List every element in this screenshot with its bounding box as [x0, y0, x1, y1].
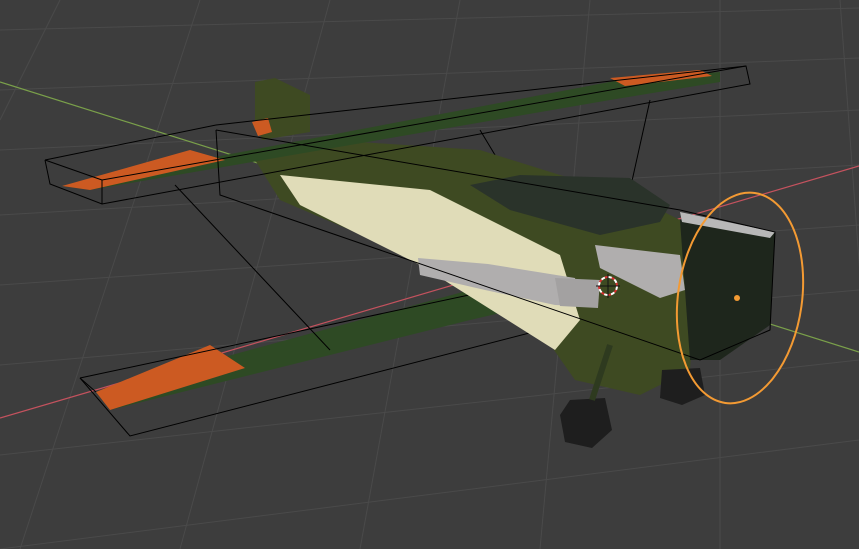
origin-dot-icon[interactable] [734, 295, 740, 301]
fuselage [255, 140, 775, 395]
viewport-canvas[interactable] [0, 0, 859, 549]
3d-viewport[interactable] [0, 0, 859, 549]
